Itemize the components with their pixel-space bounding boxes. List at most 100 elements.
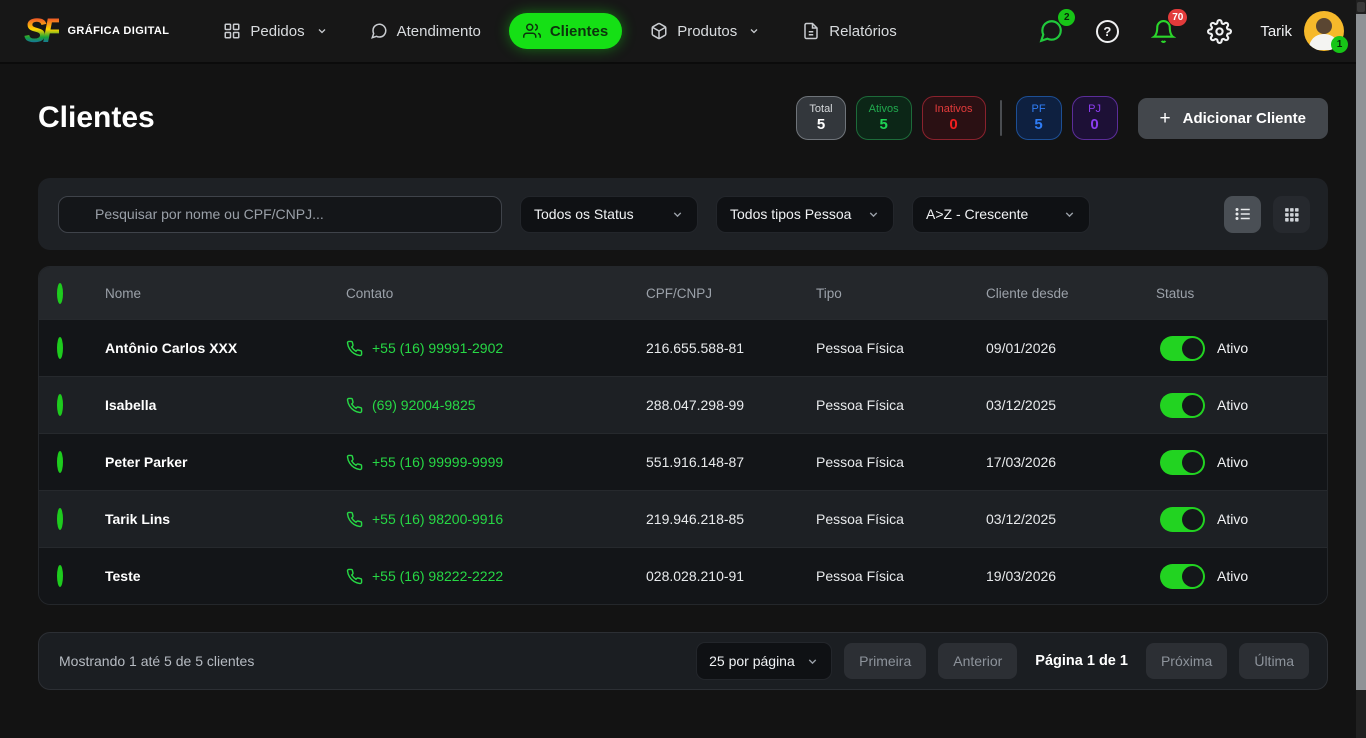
status-toggle[interactable] <box>1160 393 1205 418</box>
pagination-bar: Mostrando 1 até 5 de 5 clientes 25 por p… <box>38 632 1328 690</box>
column-header-cpf: CPF/CNPJ <box>646 286 816 301</box>
client-phone: (69) 92004-9825 <box>372 397 476 413</box>
add-client-button[interactable]: + Adicionar Cliente <box>1138 98 1328 139</box>
table-row[interactable]: Isabella (69) 92004-9825 288.047.298-99 … <box>39 376 1327 433</box>
grid-icon <box>1283 206 1300 223</box>
chevron-down-icon <box>867 208 880 221</box>
scrollbar-thumb[interactable] <box>1356 14 1366 690</box>
messages-button[interactable]: 2 <box>1036 16 1066 46</box>
settings-button[interactable] <box>1204 16 1234 46</box>
table-row[interactable]: Teste +55 (16) 98222-2222 028.028.210-91… <box>39 547 1327 604</box>
table-row[interactable]: Tarik Lins +55 (16) 98200-9916 219.946.2… <box>39 490 1327 547</box>
stat-value: 0 <box>935 116 973 134</box>
nav-item-atendimento[interactable]: Atendimento <box>356 13 495 49</box>
add-client-label: Adicionar Cliente <box>1183 110 1306 127</box>
column-header-desde: Cliente desde <box>986 286 1156 301</box>
status-label: Ativo <box>1217 397 1248 413</box>
notifications-button[interactable]: 70 <box>1148 16 1178 46</box>
help-button[interactable]: ? <box>1092 16 1122 46</box>
stat-separator <box>1000 100 1002 136</box>
client-name: Tarik Lins <box>105 511 346 527</box>
notifications-badge: 70 <box>1168 9 1187 26</box>
avatar-badge: 1 <box>1331 36 1348 53</box>
brand-logo-icon: SF <box>24 14 59 48</box>
stat-pf[interactable]: PF 5 <box>1016 96 1062 140</box>
per-page-value: 25 por página <box>709 653 795 669</box>
stat-total[interactable]: Total 5 <box>796 96 845 140</box>
client-type: Pessoa Física <box>816 397 986 413</box>
stats-and-actions: Total 5 Ativos 5 Inativos 0 PF 5 PJ <box>796 96 1328 140</box>
client-phone: +55 (16) 98200-9916 <box>372 511 503 527</box>
search-input[interactable] <box>58 196 502 233</box>
page-title: Clientes <box>38 101 155 135</box>
status-label: Ativo <box>1217 454 1248 470</box>
row-select-circle[interactable] <box>57 565 63 587</box>
prev-page-button[interactable]: Anterior <box>938 643 1017 679</box>
status-toggle[interactable] <box>1160 564 1205 589</box>
client-phone: +55 (16) 98222-2222 <box>372 568 503 584</box>
nav-item-pedidos[interactable]: Pedidos <box>209 13 341 49</box>
person-type-filter-dropdown[interactable]: Todos tipos Pessoa <box>716 196 894 233</box>
client-name: Isabella <box>105 397 346 413</box>
row-select-circle[interactable] <box>57 451 63 473</box>
row-select-circle[interactable] <box>57 394 63 416</box>
chat-icon <box>370 22 388 40</box>
chevron-down-icon <box>316 25 328 37</box>
status-toggle[interactable] <box>1160 507 1205 532</box>
per-page-dropdown[interactable]: 25 por página <box>696 642 832 680</box>
client-since: 03/12/2025 <box>986 397 1156 413</box>
chevron-down-icon <box>671 208 684 221</box>
client-phone-link[interactable]: +55 (16) 98200-9916 <box>346 511 646 528</box>
stat-inativos[interactable]: Inativos 0 <box>922 96 986 140</box>
person-type-filter-value: Todos tipos Pessoa <box>730 206 851 222</box>
status-label: Ativo <box>1217 340 1248 356</box>
brand-logo[interactable]: SF GRÁFICA DIGITAL <box>24 14 169 48</box>
vertical-scrollbar[interactable] <box>1356 0 1366 738</box>
client-doc: 216.655.588-81 <box>646 340 816 356</box>
last-page-button[interactable]: Última <box>1239 643 1309 679</box>
nav-item-clientes[interactable]: Clientes <box>509 13 622 49</box>
next-page-button[interactable]: Próxima <box>1146 643 1227 679</box>
status-label: Ativo <box>1217 568 1248 584</box>
client-phone-link[interactable]: (69) 92004-9825 <box>346 397 646 414</box>
client-phone-link[interactable]: +55 (16) 99991-2902 <box>346 340 646 357</box>
top-nav: SF GRÁFICA DIGITAL Pedidos Atendimento <box>0 0 1366 64</box>
select-all-circle[interactable] <box>57 283 63 304</box>
nav-item-label: Clientes <box>550 23 608 40</box>
stat-label: PF <box>1029 102 1049 116</box>
stat-label: Total <box>809 102 832 116</box>
stat-label: Ativos <box>869 102 899 116</box>
chevron-down-icon <box>1063 208 1076 221</box>
stat-label: Inativos <box>935 102 973 116</box>
plus-icon: + <box>1160 109 1171 128</box>
sort-dropdown[interactable]: A>Z - Crescente <box>912 196 1090 233</box>
client-type: Pessoa Física <box>816 511 986 527</box>
grid-view-button[interactable] <box>1273 196 1310 233</box>
list-view-button[interactable] <box>1224 196 1261 233</box>
nav-item-produtos[interactable]: Produtos <box>636 13 774 49</box>
status-toggle[interactable] <box>1160 336 1205 361</box>
user-menu[interactable]: Tarik 1 <box>1260 11 1344 51</box>
first-page-button[interactable]: Primeira <box>844 643 926 679</box>
document-icon <box>802 22 820 40</box>
phone-icon <box>346 340 363 357</box>
stat-pj[interactable]: PJ 0 <box>1072 96 1118 140</box>
table-row[interactable]: Antônio Carlos XXX +55 (16) 99991-2902 2… <box>39 319 1327 376</box>
nav-item-label: Relatórios <box>829 23 897 40</box>
stat-ativos[interactable]: Ativos 5 <box>856 96 912 140</box>
row-select-circle[interactable] <box>57 337 63 359</box>
main-menu: Pedidos Atendimento Clientes <box>209 13 910 49</box>
nav-item-relatorios[interactable]: Relatórios <box>788 13 911 49</box>
client-type: Pessoa Física <box>816 340 986 356</box>
client-phone-link[interactable]: +55 (16) 98222-2222 <box>346 568 646 585</box>
scrollbar-up-arrow[interactable] <box>1357 2 1365 12</box>
table-body: Antônio Carlos XXX +55 (16) 99991-2902 2… <box>39 319 1327 604</box>
table-row[interactable]: Peter Parker +55 (16) 99999-9999 551.916… <box>39 433 1327 490</box>
status-filter-value: Todos os Status <box>534 206 634 222</box>
status-toggle[interactable] <box>1160 450 1205 475</box>
row-select-circle[interactable] <box>57 508 63 530</box>
sort-value: A>Z - Crescente <box>926 206 1028 222</box>
status-filter-dropdown[interactable]: Todos os Status <box>520 196 698 233</box>
client-doc: 288.047.298-99 <box>646 397 816 413</box>
client-phone-link[interactable]: +55 (16) 99999-9999 <box>346 454 646 471</box>
